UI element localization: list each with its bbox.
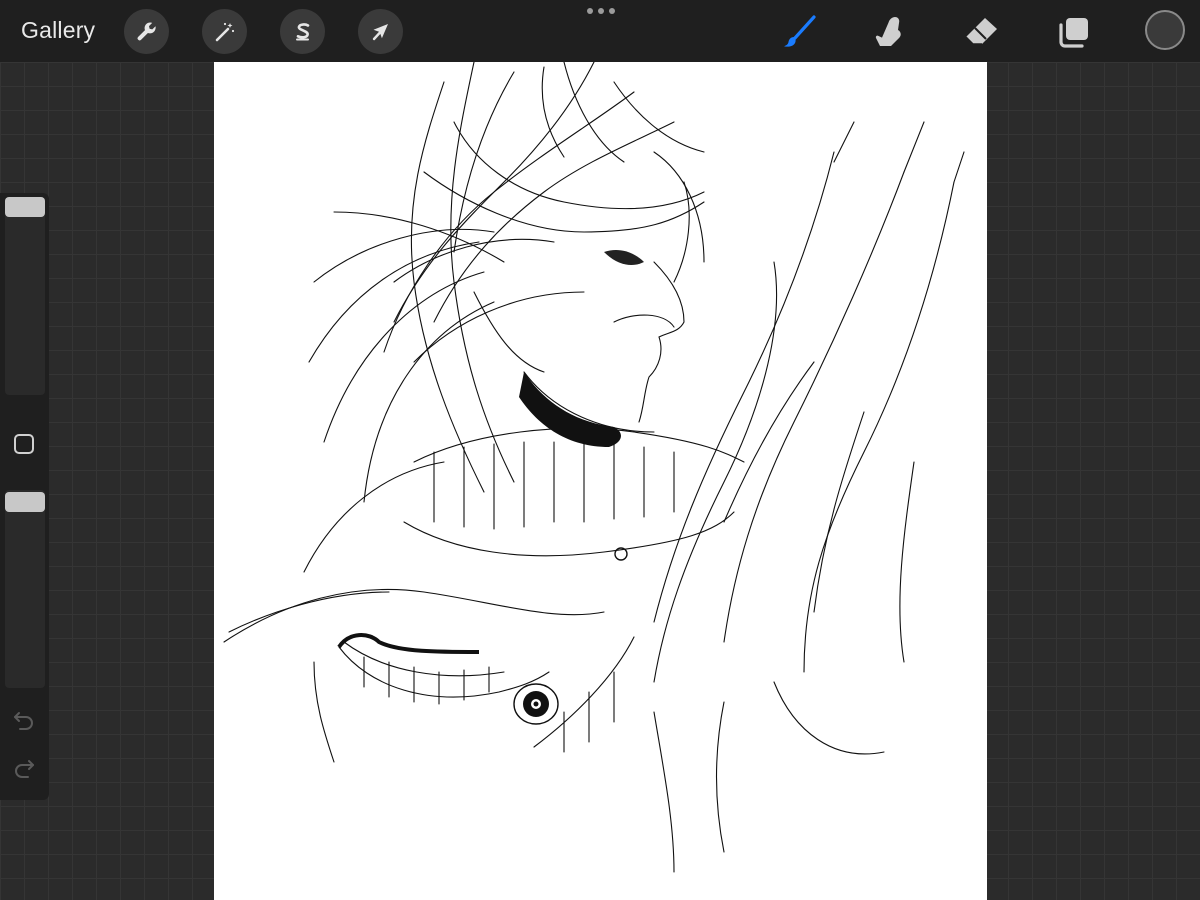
modify-button[interactable] xyxy=(14,434,34,454)
handle-dot xyxy=(587,8,593,14)
opacity-slider[interactable] xyxy=(5,490,45,688)
toolbar: Gallery xyxy=(0,0,1200,62)
redo-button[interactable] xyxy=(10,754,38,782)
smudge-finger-icon xyxy=(875,17,901,46)
undo-arrow-icon xyxy=(14,712,33,730)
transform-button[interactable] xyxy=(358,9,403,54)
left-sidebar xyxy=(0,193,49,800)
brush-tool-button[interactable] xyxy=(779,12,819,52)
handle-dot xyxy=(609,8,615,14)
adjustments-button[interactable] xyxy=(202,9,247,54)
eraser-tool-button[interactable] xyxy=(961,12,1001,52)
toolbar-handle[interactable] xyxy=(587,8,615,16)
eraser-icon xyxy=(965,18,997,45)
color-picker-button[interactable] xyxy=(1145,10,1185,50)
brush-size-thumb[interactable] xyxy=(5,197,45,217)
magic-wand-icon xyxy=(215,22,234,41)
brush-size-slider[interactable] xyxy=(5,197,45,395)
sketch-drawing xyxy=(223,62,965,873)
wrench-icon xyxy=(137,22,156,40)
opacity-thumb[interactable] xyxy=(5,492,45,512)
layers-icon xyxy=(1059,18,1088,48)
selection-button[interactable] xyxy=(280,9,325,54)
redo-arrow-icon xyxy=(15,760,34,778)
handle-dot xyxy=(598,8,604,14)
actions-button[interactable] xyxy=(124,9,169,54)
arrow-cursor-icon xyxy=(372,23,388,40)
selection-s-icon xyxy=(295,22,309,40)
gallery-button[interactable]: Gallery xyxy=(21,17,95,44)
layers-button[interactable] xyxy=(1054,12,1094,52)
brush-icon xyxy=(784,15,816,47)
smudge-tool-button[interactable] xyxy=(869,12,909,52)
undo-button[interactable] xyxy=(10,706,38,734)
drawing-canvas[interactable] xyxy=(214,62,987,900)
